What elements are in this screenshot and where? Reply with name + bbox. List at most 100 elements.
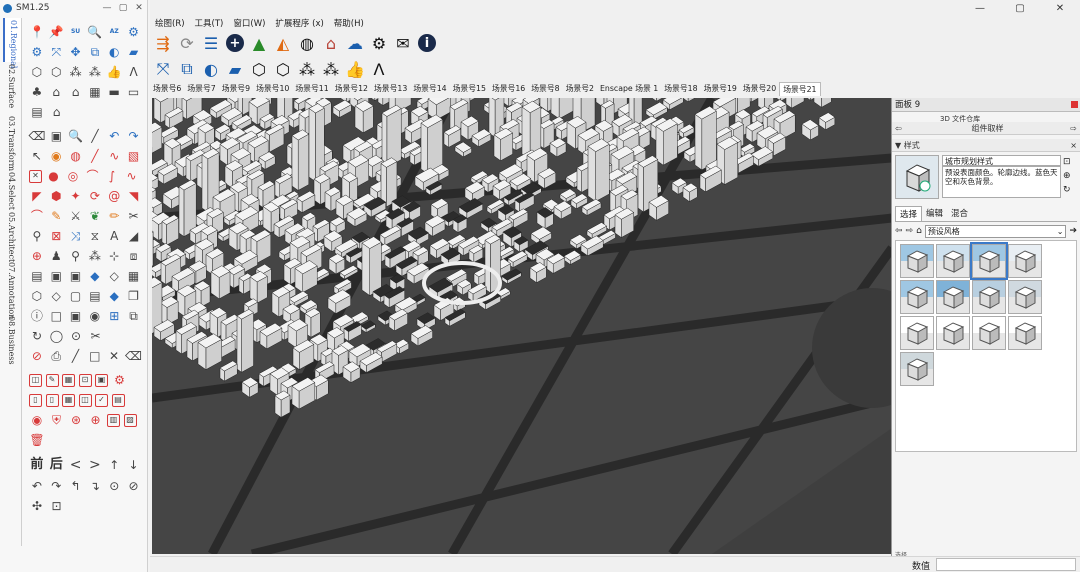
red-panel-5-icon[interactable]: ▣ [95,373,108,387]
measure-icon[interactable]: ⧈ [126,248,142,264]
red-panel-3-icon[interactable]: ▦ [62,373,75,387]
styles-section-header[interactable]: ▼ 样式 × [892,139,1080,152]
slash-icon[interactable]: ╱ [68,348,84,364]
ring-icon[interactable]: ◍ [68,148,84,164]
checker-ball-icon[interactable]: ◍ [296,32,318,54]
layers-icon[interactable]: Λ [126,64,142,80]
scene-tab[interactable]: 场景号21 [779,82,821,96]
print-icon[interactable]: ⎙ [48,348,64,364]
shape-icon[interactable]: ◇ [48,288,64,304]
export-icon[interactable]: ⇶ [152,32,174,54]
arrow-left-icon[interactable]: ⇦ [895,122,902,135]
group-icon[interactable]: ⁂ [68,64,84,80]
menu-extensions[interactable]: 扩展程序 (x) [275,17,323,29]
crosshair-icon[interactable]: ⊹ [106,248,122,264]
style-thumbnail-item[interactable] [972,280,1006,314]
box-icon[interactable]: ⬡ [29,64,45,80]
red-target-icon[interactable]: ⊕ [88,412,104,428]
scale-icon[interactable]: ⤧ [48,44,64,60]
tab-mix-styles[interactable]: 混合 [947,206,972,221]
cross-icon[interactable]: ✕ [106,348,122,364]
components-icon[interactable]: ⁂ [87,64,103,80]
cloud-upload-icon[interactable]: ☁ [344,32,366,54]
chevron-left-icon[interactable]: < [68,457,84,473]
scissors-icon[interactable]: ✂ [126,208,142,224]
pencil-icon[interactable]: ✏ [106,208,122,224]
text-icon[interactable]: A [106,228,122,244]
rotate-right-icon[interactable]: ↷ [48,478,64,494]
square-alt-icon[interactable]: ▣ [68,308,84,324]
scene-tab[interactable]: 场景号6 [150,82,184,96]
tree-icon[interactable]: ♣ [29,84,45,100]
circle-icon[interactable]: ● [46,168,62,184]
knife-icon[interactable]: ⚔ [68,208,84,224]
scene-tab[interactable]: 场景号10 [253,82,292,96]
rotate-left-icon[interactable]: ↶ [29,478,45,494]
grid-icon[interactable]: ▦ [126,268,142,284]
components-bar[interactable]: ⇦ 组件取样 ⇨ [892,122,1080,135]
section-close-icon[interactable]: × [1070,139,1077,152]
settings-icon[interactable]: ⚙ [126,24,142,40]
toggle-icon[interactable]: ◐ [106,44,122,60]
house-outline-icon[interactable]: ⌂ [68,84,84,100]
leaf-icon[interactable]: ❦ [87,208,103,224]
scene-tab[interactable]: 场景号12 [332,82,371,96]
red-stairs-icon[interactable]: ▤ [111,393,125,407]
info-circle-icon[interactable]: i [416,32,438,54]
minimize-button[interactable]: — [960,3,1000,14]
red-panel-2-icon[interactable]: ✎ [45,373,59,387]
tree-upload-icon[interactable]: ▲ [248,32,270,54]
pen-icon[interactable]: ╱ [87,148,103,164]
cursor-icon[interactable]: ↖ [29,148,45,164]
create-style-icon[interactable]: ⊕ [1063,169,1077,183]
close-button[interactable]: ✕ [1040,3,1080,14]
style-thumbnail-item[interactable] [900,244,934,278]
scene-tab[interactable]: 场景号9 [219,82,253,96]
box-alt-icon[interactable]: ⬡ [48,64,64,80]
style-thumbnail-item[interactable] [900,352,934,386]
turn-down-icon[interactable]: ↴ [87,478,103,494]
house-icon[interactable]: ⌂ [48,84,64,100]
pin-outline-icon[interactable]: ⊙ [68,328,84,344]
split-icon[interactable]: ⤨ [68,228,84,244]
library-select[interactable]: 预设风格 ⌄ [924,224,1067,238]
update-style-icon[interactable]: ⊡ [1063,155,1077,169]
join-icon[interactable]: ⧖ [87,228,103,244]
zoom-icon[interactable]: 🔍 [68,128,84,144]
texture-icon[interactable]: ▧ [126,148,142,164]
box-tool-icon[interactable]: ⬡ [248,58,270,80]
person-icon[interactable]: ♟ [48,248,64,264]
walk-icon[interactable]: ⚲ [68,248,84,264]
hex-icon[interactable]: ⬡ [29,288,45,304]
red-panel-1-icon[interactable]: ◫ [29,373,42,387]
turn-up-icon[interactable]: ↰ [68,478,84,494]
measurements-input[interactable] [936,558,1076,571]
eraser-alt-icon[interactable]: ⌫ [125,348,142,364]
su-more-icon[interactable]: SU [68,24,84,40]
tab-select[interactable]: 04.Select [3,170,19,210]
square-icon[interactable]: □ [48,308,64,324]
menu-window[interactable]: 窗口(W) [233,17,265,29]
train-icon[interactable]: ▭ [126,84,142,100]
scene-tab[interactable]: 场景号19 [701,82,740,96]
store-icon[interactable]: ▦ [87,84,103,100]
cube-icon[interactable]: ◆ [87,268,103,284]
box-tool-alt-icon[interactable]: ⬡ [272,58,294,80]
add-circle-icon[interactable]: + [224,32,246,54]
polygon-icon[interactable]: ⬢ [48,188,64,204]
bulb-icon[interactable]: ◯ [49,328,65,344]
folder-icon[interactable]: ▰ [126,44,142,60]
red-shield-icon[interactable]: ⛨ [49,412,65,428]
eraser-icon[interactable]: ⌫ [29,128,46,144]
back-arrow-icon[interactable]: ⇦ [895,226,903,236]
info-icon[interactable]: ⓘ [29,308,45,324]
bus-icon[interactable]: ▬ [106,84,122,100]
rotate-icon[interactable]: ⟳ [87,188,103,204]
style-thumbnail-item[interactable] [972,316,1006,350]
toggle-tool-icon[interactable]: ◐ [200,58,222,80]
arc-3d-icon[interactable]: ⌒ [29,208,45,224]
maximize-button[interactable]: ▢ [115,3,131,13]
red-door-icon[interactable]: ▯ [29,393,42,407]
disc-icon[interactable]: ◉ [87,308,103,324]
red-check-icon[interactable]: ✓ [95,393,108,407]
